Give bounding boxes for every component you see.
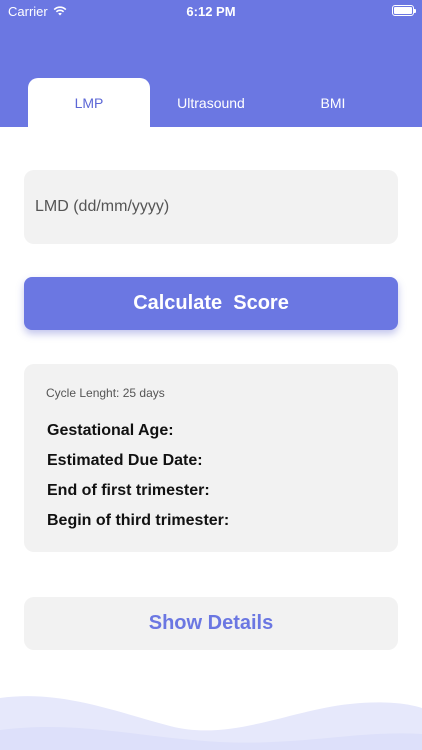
battery-icon <box>392 5 416 16</box>
status-bar: Carrier 6:12 PM <box>0 0 422 22</box>
calculate-score-button[interactable]: Calculate Score <box>24 277 398 330</box>
cycle-length-label: Cycle Lenght: 25 days <box>46 386 165 400</box>
end-first-trimester-label: End of first trimester: <box>47 482 210 499</box>
tab-bmi[interactable]: BMI <box>272 78 394 127</box>
gestational-age-label: Gestational Age: <box>47 422 174 439</box>
status-time: 6:12 PM <box>186 4 236 19</box>
lmd-field-container <box>24 170 398 244</box>
tab-lmp[interactable]: LMP <box>28 78 150 127</box>
tab-bar: LMP Ultrasound BMI <box>0 78 422 127</box>
decorative-wave <box>0 696 422 750</box>
tab-ultrasound[interactable]: Ultrasound <box>150 78 272 127</box>
show-details-button[interactable]: Show Details <box>24 597 398 650</box>
results-card: Cycle Lenght: 25 days Gestational Age: E… <box>24 364 398 552</box>
begin-third-trimester-label: Begin of third trimester: <box>47 512 230 529</box>
due-date-label: Estimated Due Date: <box>47 452 203 469</box>
app-header: Carrier 6:12 PM LMP Ultrasound BMI <box>0 0 422 127</box>
lmd-date-input[interactable] <box>24 170 398 244</box>
